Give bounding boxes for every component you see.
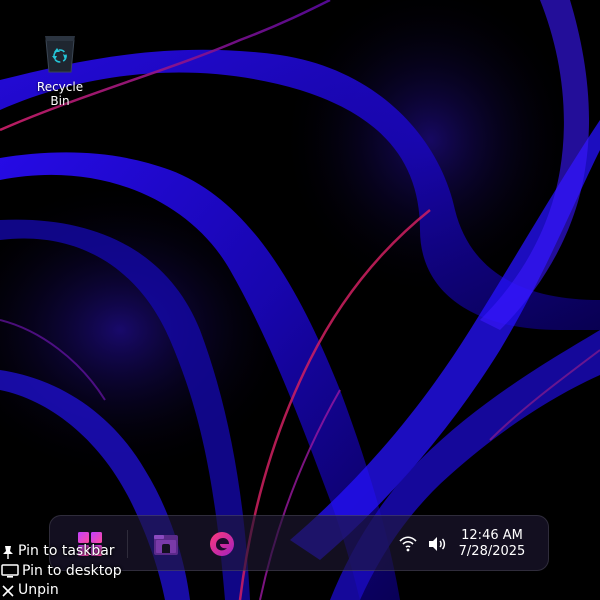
system-clock[interactable]: 12:46 AM 7/28/2025	[448, 528, 536, 560]
close-icon	[0, 583, 16, 599]
edge-browser-icon	[210, 532, 234, 556]
wifi-icon[interactable]	[398, 535, 418, 553]
context-menu: Pin to taskbar Pin to desktop Unpin	[0, 542, 140, 600]
menu-item-unpin[interactable]: Unpin	[0, 581, 140, 600]
volume-icon[interactable]	[427, 535, 447, 553]
monitor-icon	[0, 563, 20, 579]
edge-browser-button[interactable]	[206, 528, 238, 560]
menu-item-pin-to-taskbar[interactable]: Pin to taskbar	[0, 542, 140, 562]
desktop-icon-label-line2: Bin	[50, 94, 70, 108]
menu-item-label: Pin to taskbar	[18, 543, 115, 560]
recycle-bin-icon	[45, 36, 75, 73]
pin-icon	[0, 544, 16, 560]
clock-time: 12:46 AM	[461, 528, 523, 543]
file-explorer-icon	[154, 535, 178, 555]
desktop-icon-recycle-bin[interactable]: Recycle Bin	[22, 30, 98, 108]
clock-date: 7/28/2025	[458, 544, 526, 559]
menu-item-pin-to-desktop[interactable]: Pin to desktop	[0, 562, 140, 582]
menu-item-label: Pin to desktop	[22, 562, 122, 579]
desktop[interactable]: Recycle Bin 12:46 AM 7/28/2025 Pin to ta…	[0, 0, 600, 600]
desktop-icon-label-line1: Recycle	[36, 80, 84, 94]
file-explorer-button[interactable]	[150, 528, 182, 560]
menu-item-label: Unpin	[18, 582, 59, 599]
